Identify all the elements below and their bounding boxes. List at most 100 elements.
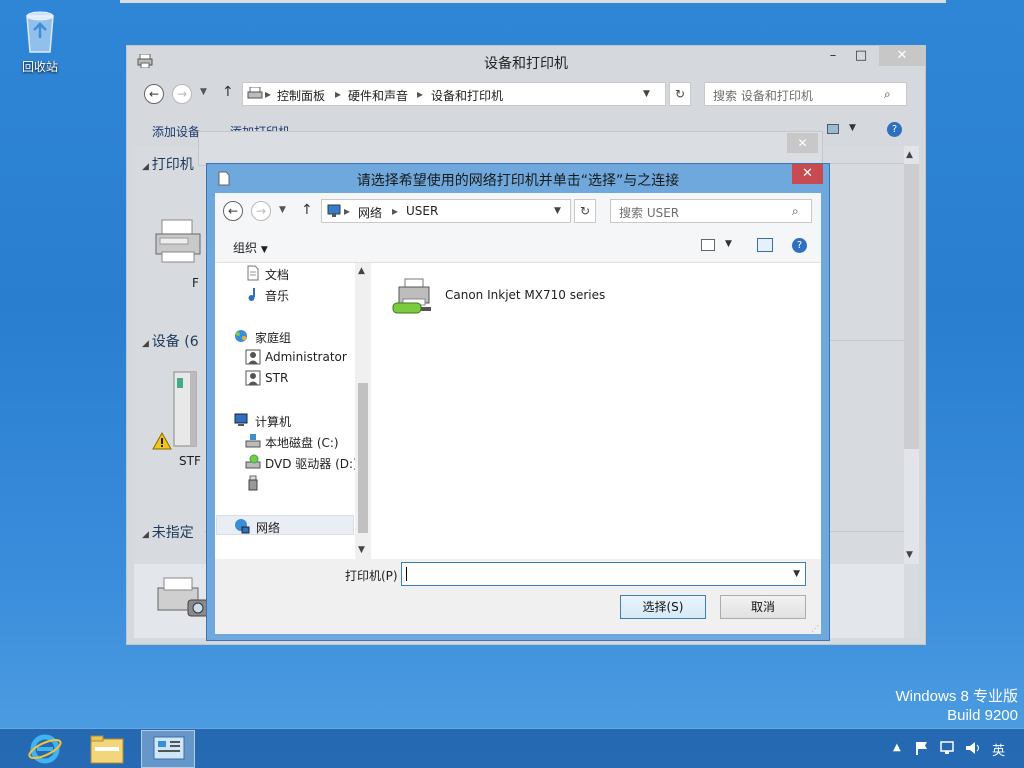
organize-menu[interactable]: 组织 ▼ [233, 239, 268, 256]
breadcrumb-control-panel[interactable]: 控制面板 [277, 87, 325, 104]
taskbar-file-explorer[interactable] [80, 730, 134, 768]
scrollbar-thumb[interactable] [904, 164, 919, 449]
dialog-search-input[interactable]: 搜索 USER [610, 199, 812, 223]
folder-icon [90, 735, 124, 764]
nav-item-network[interactable]: 网络 [216, 515, 354, 535]
scroll-down-icon[interactable]: ▼ [358, 545, 365, 555]
camera-printer-icon [157, 577, 209, 617]
network-location-icon [327, 204, 341, 217]
user-icon [245, 349, 261, 365]
dialog-address-bar[interactable]: ▸ 网络 ▸ USER ▼ [321, 199, 571, 223]
input-method-indicator[interactable]: 英 [992, 740, 1005, 759]
arrow-left-icon: ← [148, 87, 160, 101]
volume-icon[interactable] [965, 740, 983, 756]
arrow-left-icon: ← [227, 204, 239, 218]
window-title: 设备和打印机 [484, 56, 568, 72]
arrow-right-icon: → [176, 87, 188, 101]
nav-item-music[interactable]: 音乐 [215, 284, 353, 304]
windows-build-label: Build 9200 [947, 707, 1018, 724]
view-dropdown-icon[interactable]: ▼ [725, 239, 732, 249]
maximize-button[interactable]: □ [847, 46, 875, 66]
window-titlebar[interactable]: 设备和打印机 – □ ✕ [127, 46, 925, 76]
navigation-scrollbar-thumb[interactable] [358, 383, 368, 533]
forward-button[interactable]: → [172, 84, 192, 104]
nav-item-usb-drive[interactable] [215, 473, 353, 493]
printer-list-item[interactable]: Canon Inkjet MX710 series [391, 275, 691, 321]
address-dropdown-icon[interactable]: ▼ [554, 206, 561, 216]
nav-item-homegroup[interactable]: 家庭组 [215, 326, 353, 346]
search-input[interactable]: 搜索 设备和打印机 [704, 82, 907, 106]
breadcrumb-user[interactable]: USER [406, 204, 438, 218]
scroll-up-icon[interactable]: ▲ [906, 150, 913, 160]
taskbar: ▲ 英 [0, 728, 1024, 768]
taskbar-control-panel[interactable] [141, 730, 195, 768]
drive-icon [245, 434, 261, 448]
preview-pane-icon[interactable] [757, 238, 773, 252]
wizard-close-button[interactable]: ✕ [787, 133, 818, 153]
breadcrumb-network[interactable]: 网络 [358, 204, 382, 221]
dialog-title: 请选择希望使用的网络打印机并单击“选择”与之连接 [356, 173, 680, 189]
address-bar[interactable]: ▸ 控制面板 ▸ 硬件和声音 ▸ 设备和打印机 ▼ [242, 82, 666, 106]
dialog-footer: 打印机(P) ▼ 选择(S) 取消 ⋰ [215, 559, 821, 634]
recycle-bin-label: 回收站 [21, 60, 58, 74]
breadcrumb-hardware-sound[interactable]: 硬件和声音 [348, 87, 408, 104]
printer-location-icon [247, 87, 263, 99]
user-icon [245, 370, 261, 386]
printer-combobox[interactable]: ▼ [401, 562, 806, 586]
forward-button[interactable]: → [251, 201, 271, 221]
change-view-icon[interactable] [701, 239, 715, 251]
select-button[interactable]: 选择(S) [620, 595, 706, 619]
nav-item-local-disk-c[interactable]: 本地磁盘 (C:) [215, 431, 353, 451]
homegroup-icon [235, 330, 247, 342]
devices-section-header[interactable]: ◢ 设备 (6 [142, 331, 199, 351]
refresh-icon: ↻ [674, 87, 686, 101]
unspecified-section-header[interactable]: ◢ 未指定 [142, 522, 194, 542]
combobox-dropdown-icon[interactable]: ▼ [793, 569, 800, 579]
show-hidden-icons-icon[interactable]: ▲ [893, 742, 901, 753]
help-icon[interactable]: ? [887, 122, 902, 137]
view-icon[interactable] [827, 124, 839, 134]
dialog-titlebar[interactable]: 请选择希望使用的网络打印机并单击“选择”与之连接 ✕ [207, 164, 829, 192]
view-dropdown-icon[interactable]: ▼ [849, 123, 856, 133]
breadcrumb-separator-icon: ▸ [344, 204, 351, 218]
nav-item-computer[interactable]: 计算机 [215, 410, 353, 430]
recent-locations-chevron-icon[interactable]: ▼ [200, 87, 207, 97]
nav-item-documents[interactable]: 文档 [215, 263, 353, 283]
network-status-icon[interactable] [940, 740, 956, 756]
breadcrumb-separator-icon: ▸ [265, 87, 272, 101]
recycle-bin[interactable]: 回收站 [14, 8, 66, 75]
refresh-button[interactable]: ↻ [669, 82, 691, 106]
resize-grip-icon[interactable]: ⋰ [811, 624, 819, 633]
taskbar-internet-explorer[interactable] [18, 730, 72, 768]
back-button[interactable]: ← [144, 84, 164, 104]
refresh-button[interactable]: ↻ [574, 199, 596, 223]
up-arrow-icon[interactable]: ↑ [222, 84, 234, 100]
nav-item-dvd-drive-d[interactable]: DVD 驱动器 (D:) [215, 452, 358, 472]
printers-section-header[interactable]: ◢ 打印机 [142, 154, 194, 174]
music-icon [248, 288, 255, 301]
address-dropdown-icon[interactable]: ▼ [643, 89, 650, 99]
help-icon[interactable]: ? [792, 238, 807, 253]
dialog-navbar: ← → ▼ ↑ ▸ 网络 ▸ USER ▼ ↻ 搜索 USER ⌕ [215, 193, 821, 229]
dialog-body: ← → ▼ ↑ ▸ 网络 ▸ USER ▼ ↻ 搜索 USER ⌕ 组织 ▼ ▼ [215, 193, 821, 634]
breadcrumb-separator-icon: ▸ [417, 87, 424, 101]
breadcrumb-devices-printers[interactable]: 设备和打印机 [431, 87, 503, 104]
scroll-down-icon[interactable]: ▼ [906, 550, 913, 560]
close-button[interactable]: ✕ [879, 46, 925, 66]
recent-locations-chevron-icon[interactable]: ▼ [279, 205, 286, 215]
cancel-button[interactable]: 取消 [720, 595, 806, 619]
vertical-scrollbar[interactable]: ▲ ▼ [904, 146, 919, 564]
dvd-icon [245, 454, 261, 469]
dialog-toolbar: 组织 ▼ ▼ ? [215, 229, 821, 263]
nav-item-str[interactable]: STR [215, 368, 353, 388]
dialog-close-button[interactable]: ✕ [792, 164, 823, 184]
windows-edition-label: Windows 8 专业版 [895, 688, 1018, 705]
up-arrow-icon[interactable]: ↑ [301, 202, 313, 218]
action-center-flag-icon[interactable] [914, 740, 930, 756]
back-button[interactable]: ← [223, 201, 243, 221]
minimize-button[interactable]: – [819, 46, 847, 66]
scroll-up-icon[interactable]: ▲ [358, 266, 365, 276]
nav-item-administrator[interactable]: Administrator [215, 347, 353, 367]
navigation-scrollbar[interactable]: ▲ ▼ [355, 263, 371, 559]
add-device-button[interactable]: 添加设备 [152, 123, 200, 140]
